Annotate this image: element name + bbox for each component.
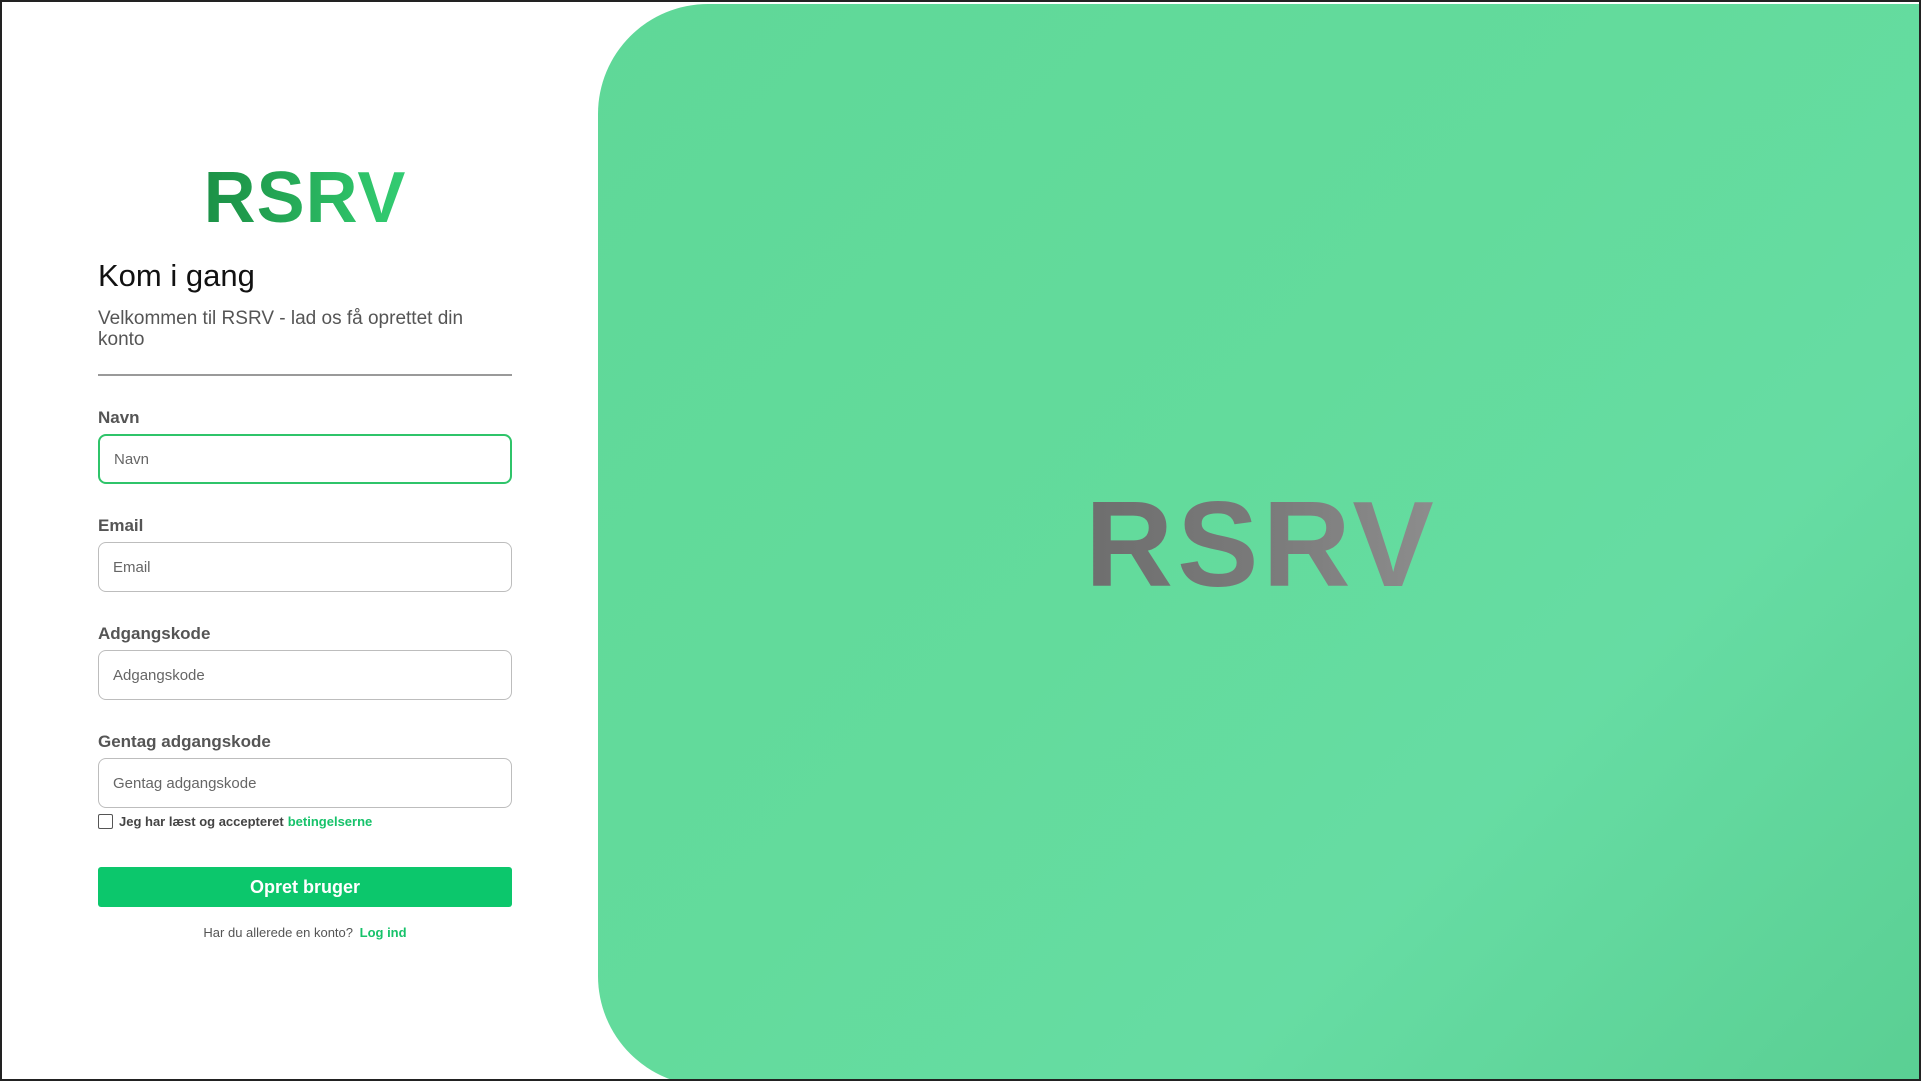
create-user-button[interactable]: Opret bruger [98,867,512,907]
hero-panel: RSRV [598,4,1919,1079]
email-field-group: Email [98,516,512,592]
login-row: Har du allerede en konto? Log ind [98,925,512,940]
repeat-password-label: Gentag adgangskode [98,732,271,751]
terms-text: Jeg har læst og accepteret [119,814,284,829]
terms-link[interactable]: betingelserne [288,814,373,829]
page-frame: RSRV Kom i gang Velkommen til RSRV - lad… [0,0,1921,1081]
repeat-password-field-group: Gentag adgangskode [98,732,512,808]
name-field-group: Navn [98,408,512,484]
email-input[interactable] [98,542,512,592]
name-input[interactable] [98,434,512,484]
page-title: Kom i gang [98,258,255,293]
signup-panel: RSRV Kom i gang Velkommen til RSRV - lad… [98,162,512,940]
password-label: Adgangskode [98,624,211,643]
name-label: Navn [98,408,140,427]
brand-logo: RSRV [98,162,512,236]
page-subtitle: Velkommen til RSRV - lad os få oprettet … [98,308,464,350]
email-label: Email [98,516,144,535]
terms-checkbox[interactable] [98,814,113,829]
password-field-group: Adgangskode [98,624,512,700]
login-prompt: Har du allerede en konto? [203,925,354,940]
password-input[interactable] [98,650,512,700]
repeat-password-input[interactable] [98,758,512,808]
hero-logo: RSRV [1085,476,1438,612]
terms-row: Jeg har læst og accepteret betingelserne [98,814,512,829]
login-link[interactable]: Log ind [360,925,407,940]
divider [98,374,512,376]
